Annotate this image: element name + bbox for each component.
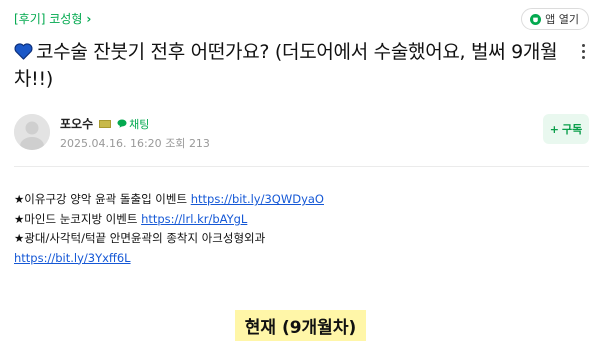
post-title-text: 코수술 잔붓기 전후 어떤가요? (더도어에서 수술했어요, 벌써 9개월차!!… <box>14 41 558 90</box>
views-count: 213 <box>188 137 210 150</box>
body-line-2: ★마인드 눈코지방 이벤트 https://lrl.kr/bAYgL <box>14 210 324 230</box>
post-title-area: 코수술 잔붓기 전후 어떤가요? (더도어에서 수술했어요, 벌써 9개월차!!… <box>14 39 564 93</box>
body-line-3-text: ★광대/사각턱/턱끝 안면윤곽의 종착지 아크성형외과 <box>14 231 266 245</box>
chevron-right-icon: › <box>86 11 92 26</box>
subscribe-label: 구독 <box>561 123 583 136</box>
author-section: 포오수 채팅 2025.04.16. 16:20 조회 213 + 구독 <box>14 114 589 154</box>
body-line-1: ★이유구강 양악 윤곽 돌출입 이벤트 https://bit.ly/3QWDy… <box>14 190 324 210</box>
blue-heart-icon <box>14 43 33 60</box>
more-options-icon[interactable] <box>579 44 587 59</box>
avatar[interactable] <box>14 114 50 150</box>
post-title: 코수술 잔붓기 전후 어떤가요? (더도어에서 수술했어요, 벌써 9개월차!!… <box>14 39 564 93</box>
event-link-3[interactable]: https://bit.ly/3Yxff6L <box>14 251 131 265</box>
highlight-heading-text: 현재 (9개월차) <box>234 310 367 341</box>
post-date: 2025.04.16. 16:20 <box>60 137 162 150</box>
event-link-1[interactable]: https://bit.ly/3QWDyaO <box>191 192 324 206</box>
default-avatar-icon <box>14 114 50 150</box>
body-line-1-text: ★이유구강 양악 윤곽 돌출입 이벤트 <box>14 192 191 206</box>
chat-label: 채팅 <box>129 117 150 131</box>
cafe-menu-link[interactable]: [후기] 코성형 › <box>14 10 91 27</box>
post-body: ★이유구강 양악 윤곽 돌출입 이벤트 https://bit.ly/3QWDy… <box>14 190 324 268</box>
body-line-2-text: ★마인드 눈코지방 이벤트 <box>14 211 142 226</box>
chat-bubble-icon <box>117 119 127 128</box>
cafe-menu-label: [후기] 코성형 <box>14 12 83 26</box>
author-nickname-row: 포오수 채팅 <box>60 115 149 132</box>
divider <box>14 166 589 167</box>
views-label: 조회 <box>165 137 186 150</box>
body-line-3: ★광대/사각턱/턱끝 안면윤곽의 종착지 아크성형외과 <box>14 229 324 249</box>
member-grade-icon <box>99 119 112 128</box>
plus-icon: + <box>549 122 559 136</box>
body-line-4: https://bit.ly/3Yxff6L <box>14 249 324 269</box>
cup-icon <box>530 13 542 25</box>
chat-button[interactable]: 채팅 <box>117 116 149 132</box>
subscribe-button[interactable]: + 구독 <box>543 114 589 144</box>
post-meta: 2025.04.16. 16:20 조회 213 <box>60 135 210 151</box>
top-bar: [후기] 코성형 › 앱 열기 <box>14 8 589 30</box>
author-nickname[interactable]: 포오수 <box>60 115 93 132</box>
highlight-heading: 현재 (9개월차) <box>0 310 601 341</box>
event-link-2[interactable]: https://lrl.kr/bAYgL <box>141 212 247 226</box>
open-app-label: 앱 열기 <box>545 13 579 26</box>
open-app-button[interactable]: 앱 열기 <box>521 8 589 30</box>
